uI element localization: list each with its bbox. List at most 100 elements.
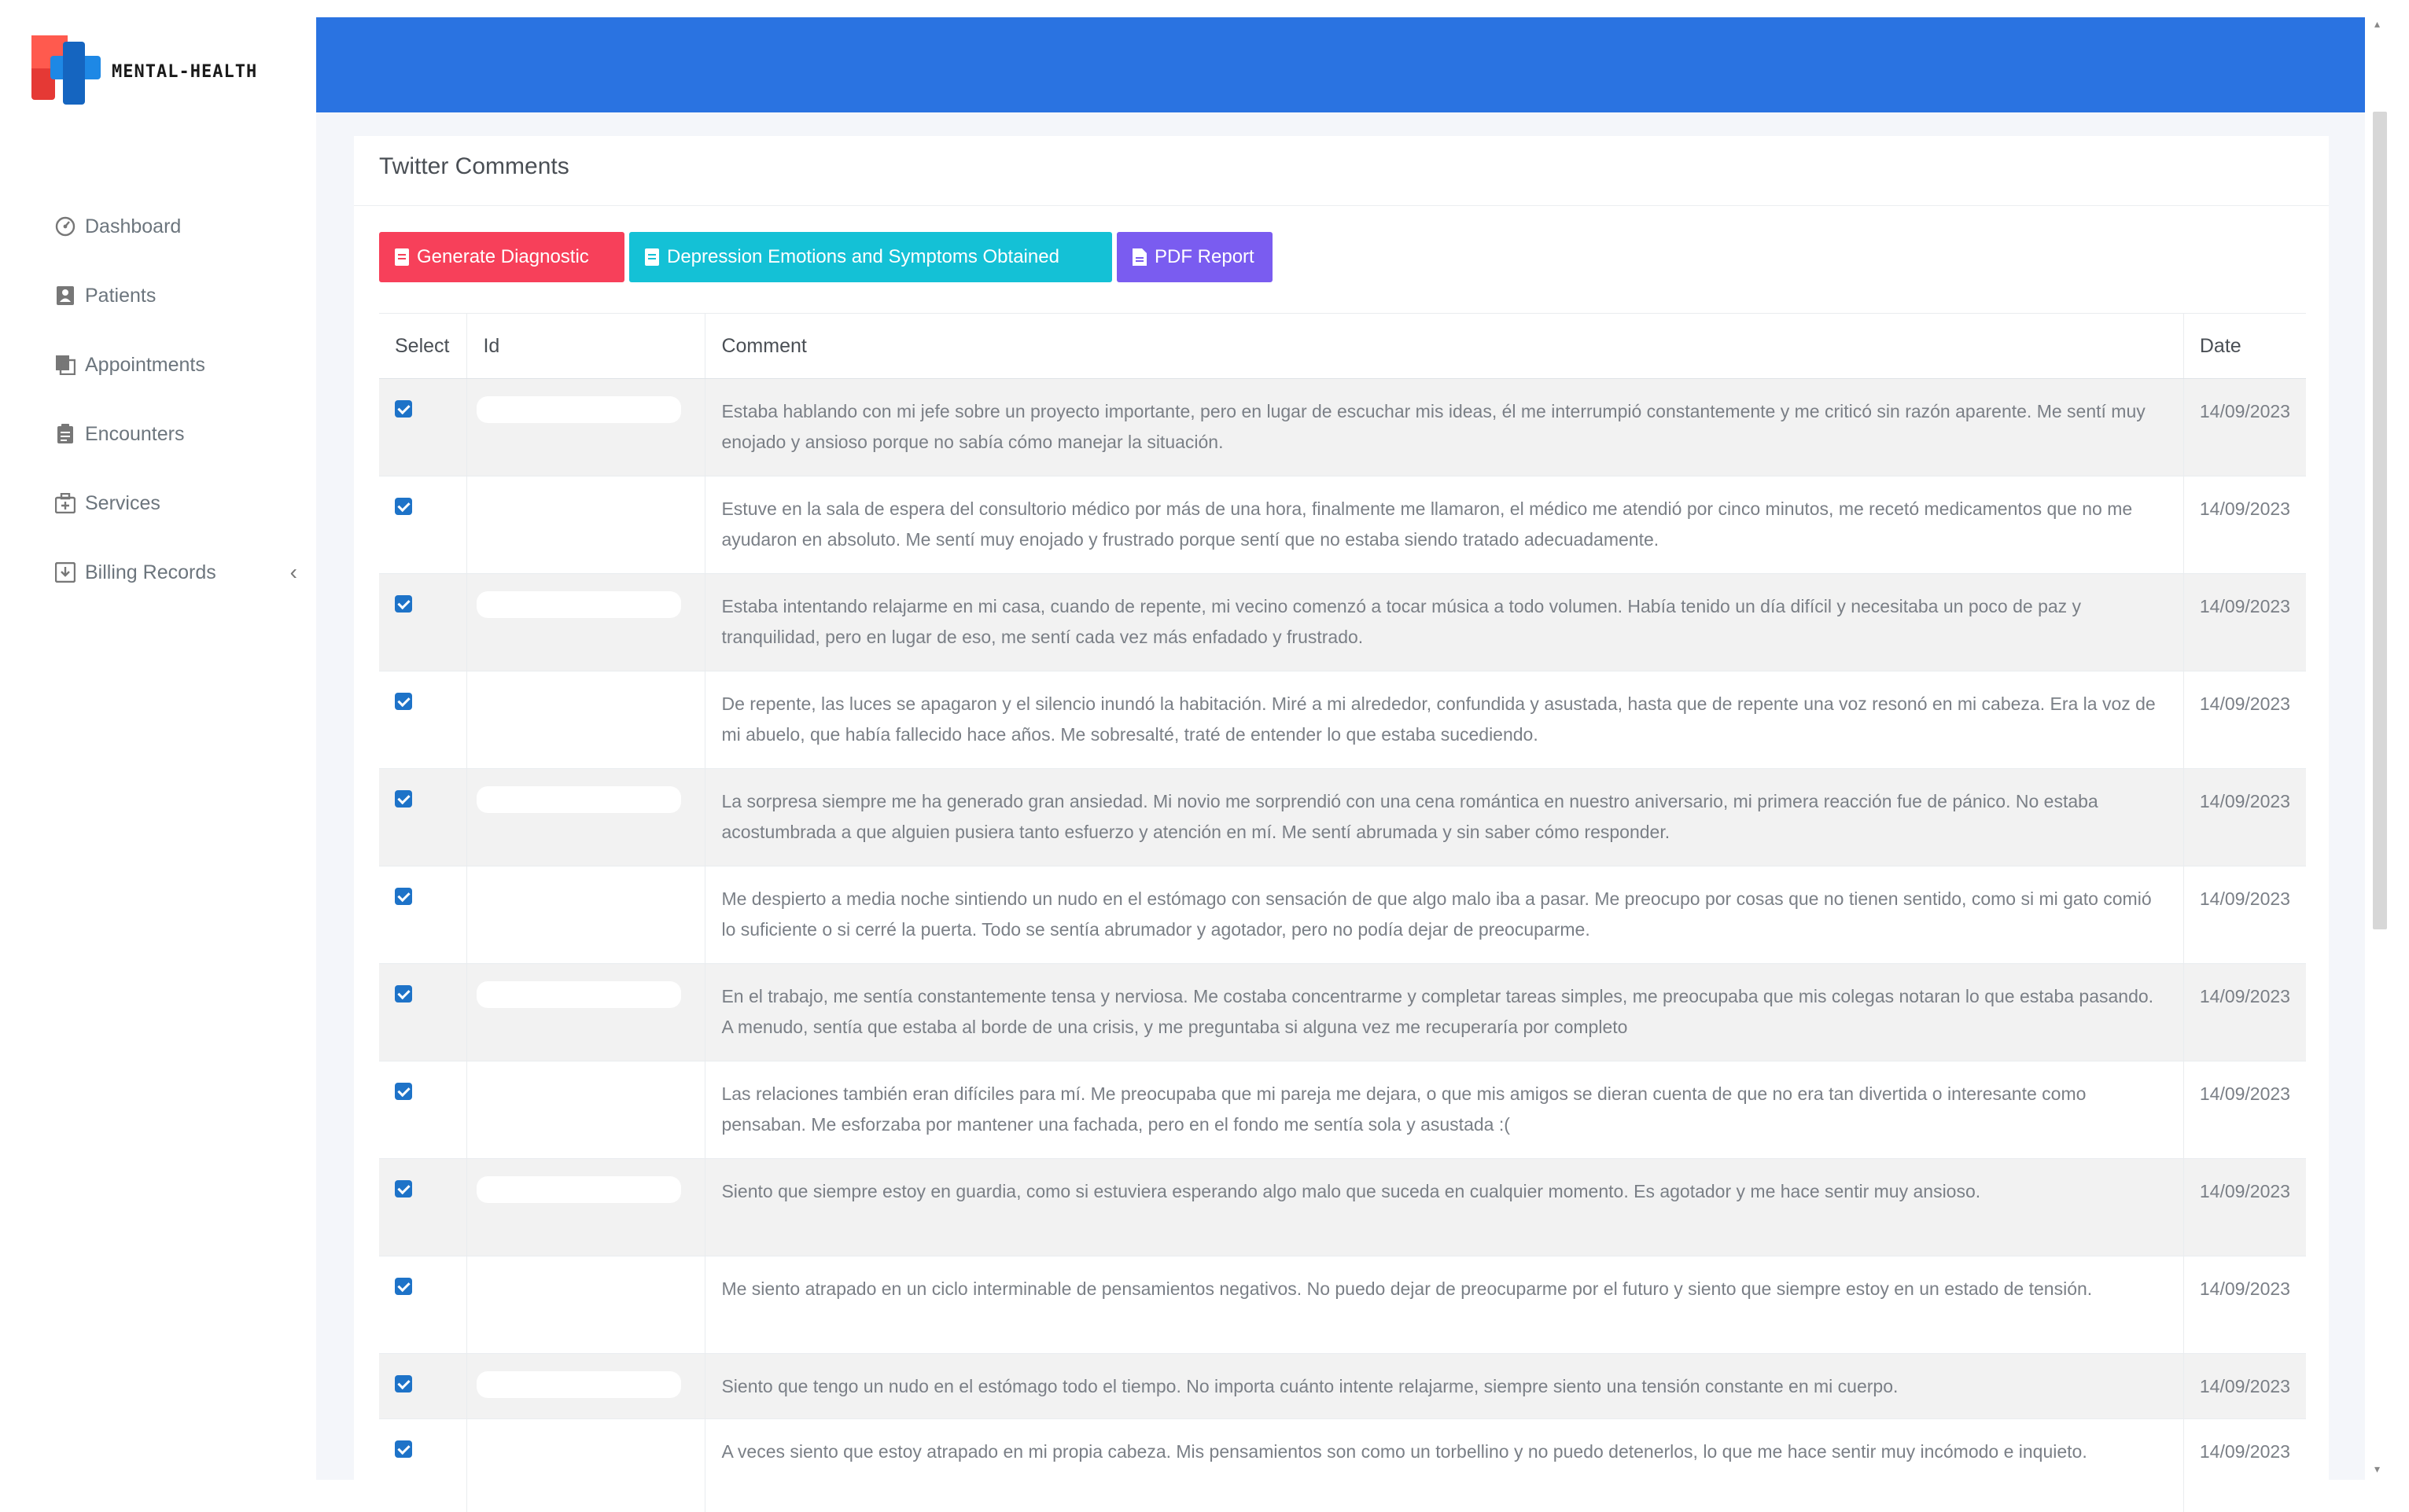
id-cell bbox=[466, 768, 705, 866]
card-divider bbox=[354, 205, 2329, 206]
medical-bag-icon bbox=[53, 491, 77, 515]
top-navbar bbox=[316, 17, 2365, 112]
depression-emotions-button[interactable]: Depression Emotions and Symptoms Obtaine… bbox=[629, 232, 1112, 282]
row-checkbox[interactable] bbox=[395, 985, 412, 1002]
date-cell: 14/09/2023 bbox=[2182, 378, 2306, 476]
sidebar-nav: Dashboard Patients Appointments Encounte… bbox=[53, 192, 305, 607]
id-cell bbox=[466, 476, 705, 574]
scroll-down-icon[interactable]: ▾ bbox=[2374, 1462, 2380, 1476]
table-row[interactable]: La sorpresa siempre me ha generado gran … bbox=[379, 768, 2306, 866]
select-cell bbox=[379, 671, 467, 769]
sidebar-item-dashboard[interactable]: Dashboard bbox=[53, 192, 305, 261]
column-header-id[interactable]: Id bbox=[466, 313, 705, 379]
id-cell bbox=[466, 1061, 705, 1159]
redacted-id bbox=[477, 1079, 682, 1105]
sidebar-item-label: Encounters bbox=[85, 422, 185, 445]
comment-cell: Estaba hablando con mi jefe sobre un pro… bbox=[705, 378, 2184, 476]
sidebar-item-appointments[interactable]: Appointments bbox=[53, 330, 305, 399]
table-row[interactable]: Me siento atrapado en un ciclo intermina… bbox=[379, 1256, 2306, 1354]
date-cell: 14/09/2023 bbox=[2182, 476, 2306, 574]
action-buttons: Generate Diagnostic Depression Emotions … bbox=[379, 232, 1273, 282]
chevron-left-icon[interactable]: ‹ bbox=[290, 560, 297, 585]
select-cell bbox=[379, 963, 467, 1061]
comments-table: Select Id Comment Date Estaba hablando c… bbox=[379, 313, 2306, 1512]
date-cell: 14/09/2023 bbox=[2182, 1256, 2306, 1354]
brand-logo[interactable]: MENTAL-HEALTH bbox=[31, 28, 291, 115]
sidebar-item-services[interactable]: Services bbox=[53, 469, 305, 538]
row-checkbox[interactable] bbox=[395, 790, 412, 808]
table-row[interactable]: Siento que tengo un nudo en el estómago … bbox=[379, 1353, 2306, 1419]
table-row[interactable]: Estaba intentando relajarme en mi casa, … bbox=[379, 573, 2306, 671]
table-row[interactable]: Me despierto a media noche sintiendo un … bbox=[379, 866, 2306, 964]
select-cell bbox=[379, 1061, 467, 1159]
redacted-id bbox=[477, 689, 682, 716]
table-row[interactable]: Estaba hablando con mi jefe sobre un pro… bbox=[379, 378, 2306, 476]
row-checkbox[interactable] bbox=[395, 693, 412, 710]
comment-cell: Siento que siempre estoy en guardia, com… bbox=[705, 1158, 2184, 1256]
table-row[interactable]: Siento que siempre estoy en guardia, com… bbox=[379, 1158, 2306, 1256]
select-cell bbox=[379, 1256, 467, 1354]
row-checkbox[interactable] bbox=[395, 595, 412, 613]
date-cell: 14/09/2023 bbox=[2182, 768, 2306, 866]
date-cell: 14/09/2023 bbox=[2182, 573, 2306, 671]
redacted-id bbox=[477, 396, 682, 423]
row-checkbox[interactable] bbox=[395, 498, 412, 515]
table-row[interactable]: A veces siento que estoy atrapado en mi … bbox=[379, 1418, 2306, 1512]
select-cell bbox=[379, 1418, 467, 1512]
sidebar-item-billing-records[interactable]: Billing Records ‹ bbox=[53, 538, 305, 607]
select-cell bbox=[379, 1158, 467, 1256]
row-checkbox[interactable] bbox=[395, 1180, 412, 1197]
table-row[interactable]: En el trabajo, me sentía constantemente … bbox=[379, 963, 2306, 1061]
comment-cell: Me siento atrapado en un ciclo intermina… bbox=[705, 1256, 2184, 1354]
main-content: Twitter Comments Generate Diagnostic Dep… bbox=[316, 112, 2365, 1512]
scrollbar-thumb[interactable] bbox=[2373, 112, 2387, 929]
medical-cross-icon bbox=[31, 35, 104, 108]
table-row[interactable]: Estuve en la sala de espera del consulto… bbox=[379, 476, 2306, 574]
generate-diagnostic-button[interactable]: Generate Diagnostic bbox=[379, 232, 624, 282]
table-body: Estaba hablando con mi jefe sobre un pro… bbox=[379, 378, 2306, 1512]
date-cell: 14/09/2023 bbox=[2182, 1158, 2306, 1256]
sidebar-item-patients[interactable]: Patients bbox=[53, 261, 305, 330]
redacted-id bbox=[477, 1437, 682, 1463]
select-cell bbox=[379, 476, 467, 574]
row-checkbox[interactable] bbox=[395, 1278, 412, 1295]
redacted-id bbox=[477, 591, 682, 618]
redacted-id bbox=[477, 1274, 682, 1300]
comment-cell: Estuve en la sala de espera del consulto… bbox=[705, 476, 2184, 574]
table-row[interactable]: De repente, las luces se apagaron y el s… bbox=[379, 671, 2306, 769]
row-checkbox[interactable] bbox=[395, 1375, 412, 1392]
table-header-row: Select Id Comment Date bbox=[379, 313, 2306, 379]
comments-card: Twitter Comments Generate Diagnostic Dep… bbox=[354, 136, 2329, 1512]
row-checkbox[interactable] bbox=[395, 1083, 412, 1100]
pdf-report-button[interactable]: PDF Report bbox=[1117, 232, 1273, 282]
patient-icon bbox=[53, 284, 77, 307]
depression-emotions-label: Depression Emotions and Symptoms Obtaine… bbox=[667, 246, 1059, 267]
row-checkbox[interactable] bbox=[395, 400, 412, 418]
id-cell bbox=[466, 866, 705, 964]
sidebar-item-label: Patients bbox=[85, 284, 157, 307]
scroll-up-icon[interactable]: ▴ bbox=[2374, 17, 2380, 31]
select-cell bbox=[379, 768, 467, 866]
sidebar-item-label: Dashboard bbox=[85, 215, 182, 237]
select-cell bbox=[379, 866, 467, 964]
sidebar-item-encounters[interactable]: Encounters bbox=[53, 399, 305, 469]
comment-cell: En el trabajo, me sentía constantemente … bbox=[705, 963, 2184, 1061]
row-checkbox[interactable] bbox=[395, 888, 412, 905]
sidebar: MENTAL-HEALTH Dashboard Patients Appoint… bbox=[17, 17, 316, 1480]
column-header-select[interactable]: Select bbox=[379, 313, 467, 379]
pdf-report-label: PDF Report bbox=[1155, 246, 1254, 267]
redacted-id bbox=[477, 884, 682, 911]
column-header-date[interactable]: Date bbox=[2182, 313, 2306, 379]
table-row[interactable]: Las relaciones también eran difíciles pa… bbox=[379, 1061, 2306, 1159]
row-checkbox[interactable] bbox=[395, 1440, 412, 1458]
date-cell: 14/09/2023 bbox=[2182, 1418, 2306, 1512]
document-icon bbox=[645, 248, 659, 266]
column-header-comment[interactable]: Comment bbox=[705, 313, 2184, 379]
comment-cell: De repente, las luces se apagaron y el s… bbox=[705, 671, 2184, 769]
redacted-id bbox=[477, 1176, 682, 1203]
page-scrollbar[interactable]: ▴ ▾ bbox=[2365, 17, 2396, 1480]
comment-cell: Estaba intentando relajarme en mi casa, … bbox=[705, 573, 2184, 671]
comment-cell: A veces siento que estoy atrapado en mi … bbox=[705, 1418, 2184, 1512]
redacted-id bbox=[477, 1371, 682, 1398]
brand-name: MENTAL-HEALTH bbox=[112, 61, 258, 82]
